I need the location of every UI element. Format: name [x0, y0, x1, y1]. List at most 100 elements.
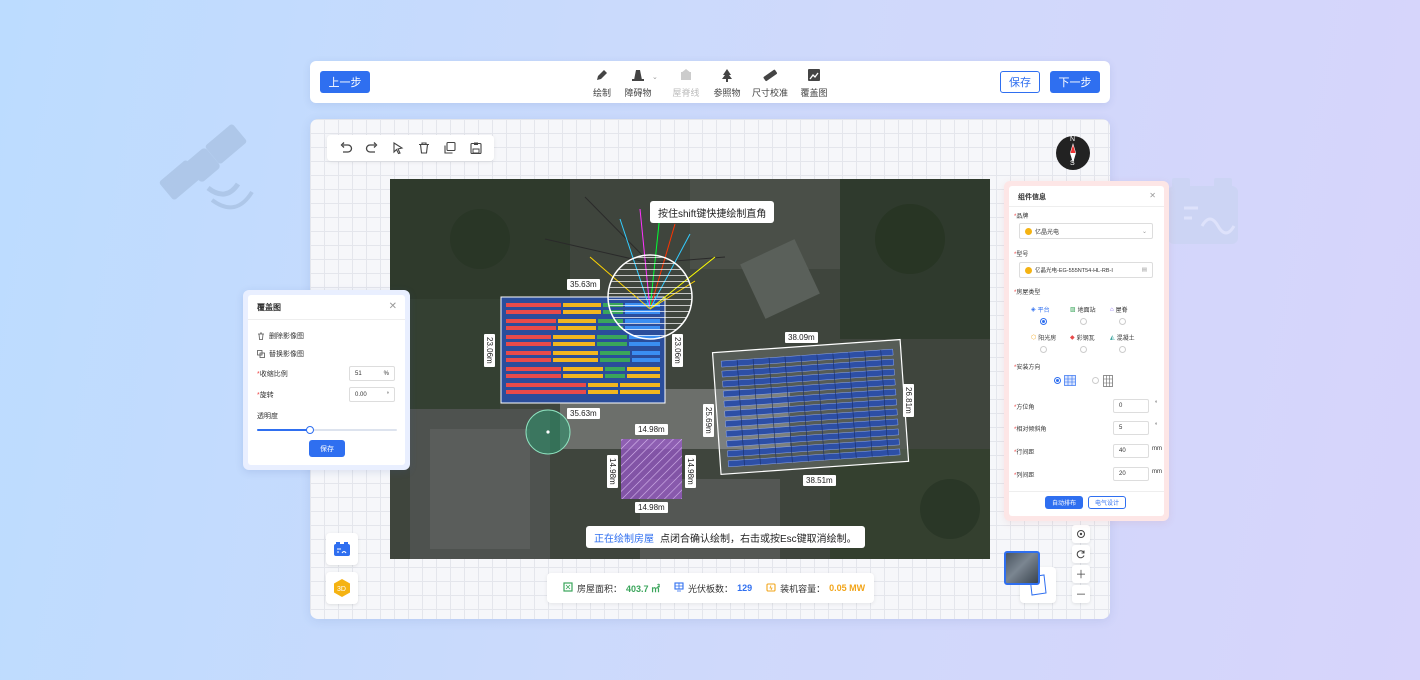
roof-type-radio[interactable] [1040, 346, 1047, 353]
svg-text:3D: 3D [337, 586, 346, 593]
shift-hint-tooltip: 按住shift键快捷绘制直角 [650, 201, 775, 223]
roof-type-radio[interactable] [1080, 346, 1087, 353]
close-icon[interactable]: ✕ [389, 301, 397, 312]
redo-icon[interactable] [363, 140, 380, 157]
roof-type-radio[interactable] [1119, 346, 1126, 353]
undo-icon[interactable] [337, 140, 354, 157]
tilt-label: 相对倾斜角 [1016, 427, 1047, 433]
azimuth-label-row: *方位角 [1014, 405, 1035, 411]
rotate-unit: ° [386, 391, 389, 398]
divider [1009, 206, 1164, 207]
landscape-grid-icon [1064, 375, 1076, 386]
3d-view-button[interactable]: 3D [326, 572, 358, 604]
opacity-slider-track[interactable] [257, 426, 397, 434]
obstacle-dropdown-chevron-icon[interactable]: ⌄ [652, 73, 658, 81]
dimension-label: 14.98m [685, 455, 696, 488]
next-step-button[interactable]: 下一步 [1050, 71, 1100, 93]
brand-label: 品牌 [1016, 214, 1029, 220]
edit-toolbar [327, 135, 494, 161]
row-gap-input[interactable]: 40 [1113, 444, 1149, 458]
zoom-out-icon[interactable]: － [1072, 585, 1090, 603]
component-info-panel-body: 组件信息 ✕ *品牌 亿晶光电 ⌄ *型号 亿晶光电-EG-555NT54-HL… [1009, 186, 1164, 516]
roof-type-option[interactable]: ◆ 彩钢瓦 [1070, 333, 1095, 342]
brand-label-row: *品牌 [1014, 214, 1029, 220]
delete-icon[interactable] [415, 140, 432, 157]
tool-overlay-image[interactable]: 覆盖图 [792, 67, 836, 99]
overlay-save-button[interactable]: 保存 [309, 440, 345, 457]
prev-step-button[interactable]: 上一步 [320, 71, 370, 93]
scale-input[interactable]: 51 % [349, 366, 395, 381]
house-area-value: 403.7 ㎡ [626, 583, 661, 594]
delete-image-action[interactable]: 删除影像图 [257, 331, 304, 341]
roof-type-option[interactable]: ⬡ 阳光房 [1031, 333, 1056, 342]
zoom-in-icon[interactable]: ＋ [1072, 565, 1090, 583]
col-gap-unit: mm [1152, 469, 1162, 475]
tool-reference[interactable]: 参照物 [705, 67, 749, 99]
tool-obstacle[interactable]: 障碍物 [616, 67, 660, 99]
house-area-icon [563, 582, 573, 594]
install-direction-radio-selected[interactable] [1054, 377, 1061, 384]
dimension-label: 23.06m [672, 334, 683, 367]
roof-type-label: 房屋类型 [1016, 290, 1041, 296]
close-icon[interactable]: ✕ [1149, 191, 1156, 200]
roof-type-option[interactable]: ◭ 混凝土 [1110, 333, 1135, 342]
copy-icon[interactable] [441, 140, 458, 157]
electrical-design-button[interactable]: 电气设计 [1088, 496, 1126, 509]
satellite-map[interactable]: 35.63m 35.63m 23.06m 23.06m 38.09m 38.51… [390, 179, 990, 559]
azimuth-input[interactable]: 0 [1113, 399, 1149, 413]
dimension-label: 35.63m [567, 279, 600, 290]
tool-ridge-line-label: 屋脊线 [672, 88, 700, 98]
select-cursor-icon[interactable] [389, 140, 406, 157]
install-direction-label-row: *安装方向 [1014, 365, 1041, 371]
locate-icon[interactable] [1072, 525, 1090, 543]
model-select[interactable]: 亿晶光电-EG-555NT54-HL-RB-I ▤ [1019, 262, 1153, 278]
roof-type-label: 平台 [1037, 308, 1050, 314]
tool-size-calibration[interactable]: 尺寸校准 [748, 67, 792, 99]
tilt-input[interactable]: 5 [1113, 421, 1149, 435]
pen-icon [594, 67, 610, 83]
compass-icon: N S [1056, 136, 1090, 170]
divider [1009, 491, 1164, 492]
replace-image-icon [257, 350, 265, 358]
solar-panel-tool-button[interactable] [326, 533, 358, 565]
roof-type-option[interactable]: ⌂ 屋脊 [1110, 305, 1128, 315]
obstacle-icon [630, 67, 646, 83]
col-gap-value: 20 [1119, 471, 1126, 477]
scale-unit: % [383, 370, 389, 377]
rotate-input[interactable]: 0.00 ° [349, 387, 395, 402]
opacity-slider-handle[interactable] [306, 426, 315, 434]
install-direction-label: 安装方向 [1016, 365, 1041, 371]
dimension-label: 25.69m [703, 404, 714, 437]
component-panel-title: 组件信息 [1018, 194, 1046, 201]
map-layer-thumbnail[interactable] [1004, 551, 1040, 585]
replace-image-action[interactable]: 替换影像图 [257, 349, 304, 359]
ridge-roof-icon: ⌂ [1110, 306, 1114, 313]
overlay-image-panel-body: 覆盖图 ✕ 删除影像图 替换影像图 *收缩比例 51 % *旋转 0.00 ° … [248, 295, 405, 465]
refresh-icon[interactable] [1072, 545, 1090, 563]
col-gap-input[interactable]: 20 [1113, 467, 1149, 481]
row-gap-label: 行间距 [1016, 450, 1035, 456]
install-direction-radio[interactable] [1092, 377, 1099, 384]
roof-type-radio[interactable] [1119, 318, 1126, 325]
panel-count-label: 光伏板数： [688, 583, 734, 594]
save-button[interactable]: 保存 [1000, 71, 1040, 93]
chevron-down-icon: ⌄ [1141, 228, 1147, 235]
brand-select[interactable]: 亿晶光电 ⌄ [1019, 223, 1153, 239]
sunroom-icon: ⬡ [1031, 335, 1037, 341]
roof-type-option[interactable]: ◈ 平台 [1031, 305, 1050, 314]
roof-type-radio[interactable] [1080, 318, 1087, 325]
tool-ridge-line: 屋脊线 [664, 67, 708, 99]
ground-station-icon: ▨ [1070, 307, 1076, 313]
spec-sheet-icon[interactable]: ▤ [1142, 267, 1147, 273]
capacity-label: 装机容量： [780, 583, 826, 594]
roof-type-radio-selected[interactable] [1040, 318, 1047, 325]
ridge-line-icon [678, 67, 694, 83]
3d-hexagon-icon: 3D [334, 579, 350, 597]
paste-icon[interactable] [467, 140, 484, 157]
brand-logo-icon [1025, 266, 1032, 274]
roof-type-option[interactable]: ▨ 地面站 [1070, 305, 1096, 314]
overlay-panel-title: 覆盖图 [257, 303, 281, 312]
portrait-grid-icon [1103, 375, 1113, 387]
auto-layout-button[interactable]: 自动排布 [1045, 496, 1083, 509]
tool-overlay-image-label: 覆盖图 [800, 88, 828, 98]
